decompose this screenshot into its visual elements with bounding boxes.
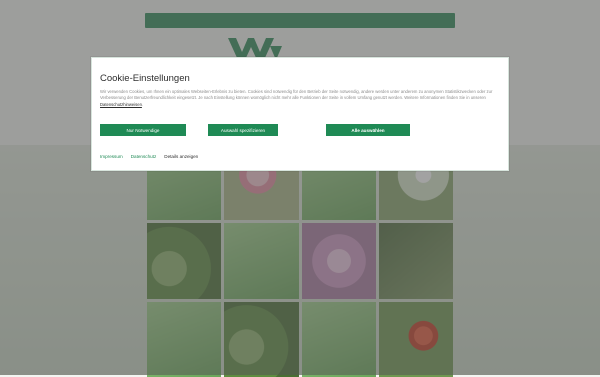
only-necessary-button[interactable]: Nur Notwendige [100,124,186,136]
cookie-consent-dialog: Cookie-Einstellungen Wir verwenden Cooki… [91,57,509,171]
accept-all-button[interactable]: Alle auswählen [326,124,410,136]
dialog-footer-links: Impressum Datenschutz Details anzeigen [100,154,198,159]
dialog-description: Wir verwenden Cookies, um Ihnen ein opti… [100,89,500,108]
privacy-policy-link[interactable]: Datenschutzhinweisen [100,102,142,107]
dialog-title: Cookie-Einstellungen [100,73,190,84]
imprint-link[interactable]: Impressum [100,154,123,159]
show-details-link[interactable]: Details anzeigen [164,154,198,159]
specify-selection-button[interactable]: Auswahl spezifizieren [208,124,278,136]
dialog-description-text: Wir verwenden Cookies, um Ihnen ein opti… [100,89,493,101]
privacy-link[interactable]: Datenschutz [131,154,157,159]
dialog-description-end: . [141,101,144,107]
